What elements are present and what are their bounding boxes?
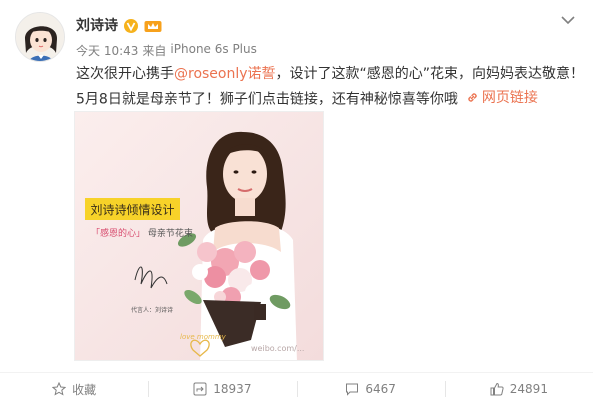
member-crown-icon[interactable] xyxy=(144,18,162,32)
repost-button[interactable]: 18937 xyxy=(148,373,296,405)
image-love-mark: love mommy xyxy=(180,333,226,341)
source-prefix: 来自 xyxy=(142,44,167,58)
user-name-row: 刘诗诗 xyxy=(76,15,162,35)
more-options-chevron-icon[interactable] xyxy=(559,12,577,26)
like-button[interactable]: 24891 xyxy=(444,373,593,405)
comment-icon xyxy=(346,383,359,396)
post-device: iPhone 6s Plus xyxy=(170,42,257,56)
post-meta: 今天 10:43 来自 iPhone 6s Plus xyxy=(76,42,257,59)
like-count: 24891 xyxy=(509,382,548,396)
action-bar: 收藏 18937 6467 24891 xyxy=(0,373,593,405)
image-caption-highlight: 「感恩的心」 xyxy=(91,229,146,239)
web-link[interactable]: 网页链接 xyxy=(466,87,538,107)
mention-link[interactable]: @roseonly诺誓 xyxy=(174,66,276,82)
comment-count: 6467 xyxy=(365,382,396,396)
image-watermark: weibo.com/... xyxy=(251,344,305,353)
image-caption-rest: 母亲节花束 xyxy=(147,229,193,239)
weibo-post-card: 刘诗诗 今天 10:43 来自 iPhone 6s Plus 这次很开心携手@r… xyxy=(0,0,593,405)
verified-v-icon[interactable] xyxy=(124,18,138,33)
post-text-line-2: 5月8日就是母亲节了！狮子们点击链接，还有神秘惊喜等你哦 网页链接 xyxy=(76,87,538,109)
text-before-mention: 这次很开心携手 xyxy=(76,66,174,82)
image-caption: 「感恩的心」 母亲节花束 xyxy=(91,226,193,239)
image-sign-caption: 代言人：刘诗诗 xyxy=(131,307,174,314)
repost-icon xyxy=(193,382,207,396)
favorite-button[interactable]: 收藏 xyxy=(0,373,148,405)
post-time[interactable]: 今天 10:43 xyxy=(76,42,138,59)
comment-button[interactable]: 6467 xyxy=(296,373,445,405)
star-icon xyxy=(52,382,67,396)
text-after-mention: ，设计了这款“感恩的心”花束，向妈妈表达敬意！ xyxy=(275,66,585,82)
thumbs-up-icon xyxy=(490,382,504,396)
web-link-label: 网页链接 xyxy=(481,90,538,106)
image-banner: 刘诗诗倾情设计 xyxy=(85,198,180,220)
link-icon xyxy=(468,92,477,102)
user-name[interactable]: 刘诗诗 xyxy=(76,15,118,35)
repost-count: 18937 xyxy=(213,382,252,396)
favorite-label: 收藏 xyxy=(72,382,97,397)
post-image[interactable]: 刘诗诗倾情设计 「感恩的心」 母亲节花束 代言人：刘诗诗 love mommy … xyxy=(74,111,324,361)
post-text-line-1: 这次很开心携手@roseonly诺誓，设计了这款“感恩的心”花束，向妈妈表达敬意… xyxy=(76,63,584,83)
text-line-2: 5月8日就是母亲节了！狮子们点击链接，还有神秘惊喜等你哦 xyxy=(76,91,458,108)
avatar[interactable] xyxy=(15,12,65,62)
